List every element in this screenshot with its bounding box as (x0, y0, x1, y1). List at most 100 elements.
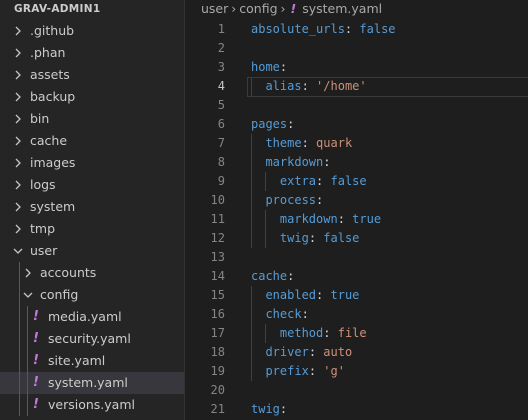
yaml-key: extra (279, 174, 317, 188)
code-line[interactable]: 11 markdown: true (185, 210, 528, 229)
tree-folder-item[interactable]: images (0, 152, 184, 174)
tree-folder-item[interactable]: .phan (0, 42, 184, 64)
indent-guide (19, 262, 20, 416)
yaml-key: pages (251, 117, 288, 131)
chevron-right-icon: › (280, 1, 286, 16)
line-number: 8 (217, 155, 225, 169)
code-text: driver: auto (251, 343, 352, 362)
active-line-highlight (247, 77, 528, 97)
line-number: 3 (217, 60, 225, 74)
tree-folder-item[interactable]: logs (0, 174, 184, 196)
yaml-value: false (323, 231, 360, 245)
yaml-key: prefix (265, 364, 309, 378)
yaml-value: quark (316, 136, 353, 150)
yaml-colon: : (316, 193, 324, 207)
yaml-value: 'g' (323, 364, 345, 378)
tree-folder-item[interactable]: cache (0, 130, 184, 152)
tree-folder-item[interactable]: tmp (0, 218, 184, 240)
tree-folder-item[interactable]: config (0, 284, 184, 306)
code-line[interactable]: 6 pages: (185, 115, 528, 134)
line-number: 10 (210, 193, 225, 207)
tree-item-label: versions.yaml (48, 397, 135, 412)
code-text: prefix: 'g' (251, 362, 345, 381)
code-line[interactable]: 13 (185, 248, 528, 267)
yaml-value: false (330, 174, 367, 188)
yaml-key: check (265, 307, 302, 321)
tree-item-label: system (30, 199, 76, 214)
code-line[interactable]: 3 home: (185, 58, 528, 77)
code-line[interactable]: 17 method: file (185, 324, 528, 343)
tree-folder-item[interactable]: accounts (0, 262, 184, 284)
code-line[interactable]: 8 markdown: (185, 153, 528, 172)
code-line[interactable]: 2 (185, 39, 528, 58)
tree-item-label: system.yaml (48, 375, 128, 390)
line-number: 2 (217, 41, 225, 55)
line-number: 5 (217, 98, 225, 112)
code-line[interactable]: 12 twig: false (185, 229, 528, 248)
chevron-right-icon (12, 64, 24, 86)
tree-item-label: tmp (30, 221, 56, 236)
code-text: twig: false (251, 229, 360, 248)
breadcrumb-item-file[interactable]: system.yaml (302, 1, 382, 16)
line-number: 4 (217, 79, 225, 93)
line-number: 13 (210, 250, 225, 264)
yaml-colon: : (301, 136, 309, 150)
explorer-title[interactable]: GRAV-ADMIN1 (0, 0, 184, 20)
breadcrumb-item-user[interactable]: user (201, 1, 228, 16)
line-number: 17 (210, 326, 225, 340)
tree-folder-item[interactable]: bin (0, 108, 184, 130)
line-number: 11 (210, 212, 225, 226)
code-text: enabled: true (251, 286, 359, 305)
code-line[interactable]: 21 twig: (185, 400, 528, 419)
tree-folder-item[interactable]: backup (0, 86, 184, 108)
tree-folder-item[interactable]: user (0, 240, 184, 262)
line-number: 1 (217, 22, 225, 36)
yaml-colon: : (287, 269, 295, 283)
yaml-colon: : (279, 60, 288, 74)
tree-item-label: images (30, 155, 76, 170)
code-line[interactable]: 19 prefix: 'g' (185, 362, 528, 381)
yaml-key: process (265, 193, 317, 207)
indent-guide (251, 134, 252, 248)
yaml-key: absolute_urls (251, 22, 345, 36)
indent-guide (251, 286, 252, 381)
yaml-key: enabled (265, 288, 317, 302)
tree-item-label: site.yaml (48, 353, 106, 368)
tree-item-label: logs (30, 177, 56, 192)
tree-folder-item[interactable]: assets (0, 64, 184, 86)
code-line[interactable]: 20 (185, 381, 528, 400)
code-line[interactable]: 10 process: (185, 191, 528, 210)
code-line[interactable]: 15 enabled: true (185, 286, 528, 305)
yaml-value: true (352, 212, 382, 226)
line-number: 14 (210, 269, 225, 283)
code-line[interactable]: 16 check: (185, 305, 528, 324)
yaml-value: true (330, 288, 360, 302)
yaml-exclamation-icon: ! (33, 309, 39, 324)
yaml-exclamation-icon: ! (33, 353, 39, 368)
yaml-colon: : (323, 326, 331, 340)
chevron-down-icon (22, 284, 34, 306)
tree-folder-item[interactable]: system (0, 196, 184, 218)
explorer-sidebar: GRAV-ADMIN1 .github .phan assets backup bin c… (0, 0, 185, 420)
yaml-key: markdown (265, 155, 324, 169)
yaml-key: theme (265, 136, 302, 150)
tree-item-label: assets (30, 67, 70, 82)
tree-folder-item[interactable]: .github (0, 20, 184, 42)
code-line[interactable]: 7 theme: quark (185, 134, 528, 153)
code-area[interactable]: 1 absolute_urls: false 2 3 home: 4 alias: '/h… (185, 20, 528, 419)
code-line[interactable]: 1 absolute_urls: false (185, 20, 528, 39)
code-line[interactable]: 9 extra: false (185, 172, 528, 191)
indent-guide (265, 324, 266, 343)
code-line[interactable]: 18 driver: auto (185, 343, 528, 362)
breadcrumb-item-config[interactable]: config (239, 1, 277, 16)
tree-item-label: cache (30, 133, 68, 148)
code-line[interactable]: 14 cache: (185, 267, 528, 286)
code-line[interactable]: 5 (185, 96, 528, 115)
chevron-right-icon: › (231, 1, 237, 16)
yaml-key: method (279, 326, 324, 340)
